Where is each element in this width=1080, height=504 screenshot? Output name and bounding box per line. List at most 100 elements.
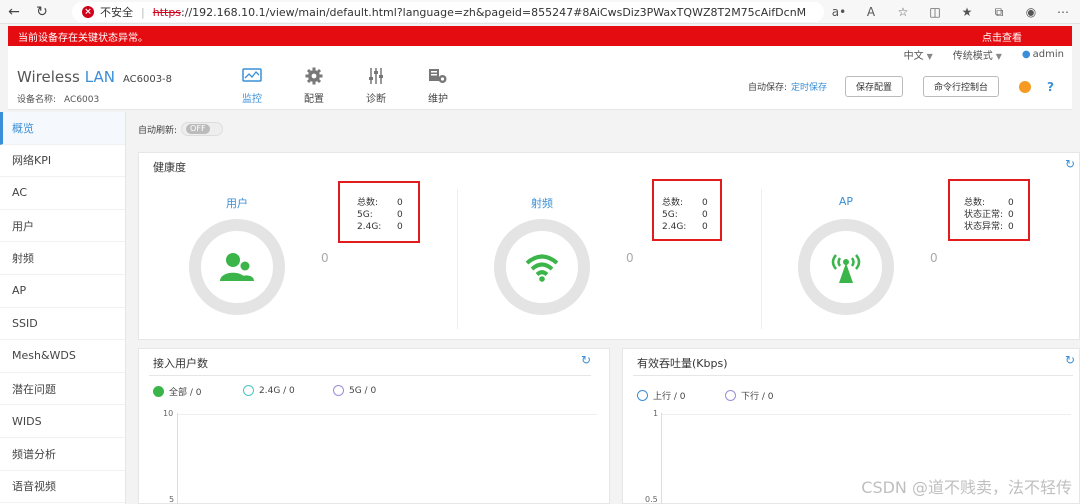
text-size-icon[interactable]: A (862, 5, 880, 19)
sidebar-item-wids[interactable]: WIDS (0, 405, 125, 438)
legend-dot-icon (333, 385, 344, 396)
tab-monitor[interactable]: 监控 (221, 66, 283, 105)
sidebar-item-ssid[interactable]: SSID (0, 308, 125, 341)
auto-refresh-label: 自动刷新: (138, 125, 178, 136)
legend-dot-icon (637, 390, 648, 401)
users-icon (220, 253, 254, 281)
sidebar-item-potential-issues[interactable]: 潜在问题 (0, 373, 125, 406)
url-protocol: https (152, 5, 182, 19)
main-nav: 监控 配置 诊断 维护 (221, 66, 469, 105)
health-panel: 健康度 ↻ 用户 0 总数: 0 5G: 0 2.4G: 0 射频 0 总数: 0 5G… (138, 152, 1080, 340)
chevron-down-icon: ▼ (995, 51, 1002, 61)
health-radio-title[interactable]: 射频 (502, 195, 582, 211)
sidebar-item-users[interactable]: 用户 (0, 210, 125, 243)
sidebar-item-radio[interactable]: 射频 (0, 242, 125, 275)
favorites-list-icon[interactable]: ★ (958, 5, 976, 19)
legend-2-4g[interactable]: 2.4G / 0 (243, 385, 295, 396)
sidebar-item-network-kpi[interactable]: 网络KPI (0, 145, 125, 178)
wifi-icon (525, 254, 559, 282)
health-radio-column: 射频 0 总数: 0 5G: 0 2.4G: 0 (457, 179, 761, 329)
y-axis (177, 413, 178, 504)
reload-icon[interactable]: ↻ (28, 0, 56, 24)
back-arrow-icon[interactable]: ← (0, 0, 28, 24)
speaker-icon[interactable] (1019, 80, 1032, 93)
favorite-star-icon[interactable]: ☆ (894, 5, 912, 19)
security-warning-icon: × (82, 6, 94, 18)
split-screen-icon[interactable]: ◫ (926, 5, 944, 19)
health-users-title[interactable]: 用户 (197, 195, 277, 211)
device-name-value: AC6003 (64, 95, 100, 105)
y-tick-label: 5 (169, 495, 175, 504)
header-actions: 自动保存: 定时保存 保存配置 命令行控制台 ? (748, 76, 1054, 97)
brand-lan: LAN (84, 68, 115, 86)
health-users-ring (189, 219, 285, 315)
cli-console-button[interactable]: 命令行控制台 (923, 76, 1000, 97)
brand-wireless: Wireless (17, 68, 80, 86)
legend-downlink[interactable]: 下行 / 0 (725, 389, 773, 402)
address-bar[interactable]: × 不安全 | https://192.168.10.1/view/main/d… (72, 2, 824, 22)
sidebar-item-ac[interactable]: AC (0, 177, 125, 210)
collections-icon[interactable]: ⧉ (990, 5, 1008, 20)
language-label: 中文 (903, 50, 924, 62)
legend-uplink[interactable]: 上行 / 0 (637, 389, 685, 402)
legend-dot-icon (243, 385, 254, 396)
legend-label: 全部 / 0 (169, 388, 202, 398)
language-selector[interactable]: 中文 ▼ (904, 47, 933, 62)
gear-icon (304, 66, 324, 86)
refresh-icon[interactable]: ↻ (1065, 353, 1075, 367)
grid-line (661, 414, 1071, 415)
health-radio-ring (494, 219, 590, 315)
health-title: 健康度 (153, 161, 186, 174)
legend-all[interactable]: 全部 / 0 (153, 385, 201, 398)
tab-diagnose-label: 诊断 (366, 94, 386, 105)
health-ap-title[interactable]: AP (806, 195, 886, 208)
monitor-icon (242, 66, 262, 86)
autosave-mode-link[interactable]: 定时保存 (791, 80, 827, 93)
utility-row: 中文 ▼ 传统模式 ▼ ● admin (8, 46, 1072, 62)
sidebar: 概览 网络KPI AC 用户 射频 AP SSID Mesh&WDS 潜在问题 … (0, 112, 126, 504)
legend-5g[interactable]: 5G / 0 (333, 385, 376, 396)
auto-refresh: 自动刷新: OFF (138, 122, 224, 136)
user-menu[interactable]: ● admin (1022, 49, 1064, 60)
legend-dot-icon (725, 390, 736, 401)
refresh-icon[interactable]: ↻ (581, 353, 591, 367)
sidebar-item-mesh-wds[interactable]: Mesh&WDS (0, 340, 125, 373)
ap-antenna-icon (831, 254, 861, 283)
y-axis (661, 413, 662, 504)
help-icon[interactable]: ? (1047, 80, 1054, 94)
refresh-icon[interactable]: ↻ (1065, 157, 1075, 171)
insecure-label: 不安全 (100, 6, 133, 19)
auto-refresh-toggle[interactable]: OFF (181, 122, 224, 136)
access-users-panel: 接入用户数 ↻ 全部 / 0 2.4G / 0 5G / 0 10 5 (138, 348, 610, 504)
more-menu-icon[interactable]: ⋯ (1054, 5, 1072, 19)
url-separator: | (141, 5, 145, 19)
sidebar-item-voice-video[interactable]: 语音视频 (0, 471, 125, 504)
extension-icon[interactable]: ◉ (1022, 5, 1040, 19)
browser-action-icons: a• A ☆ ◫ ★ ⧉ ◉ ⋯ (830, 0, 1072, 24)
health-users-value: 0 (321, 251, 329, 265)
throughput-title: 有效吞吐量(Kbps) (637, 357, 728, 370)
y-tick-label: 10 (163, 409, 174, 418)
device-name-label: 设备名称: (17, 95, 57, 105)
url-text: ://192.168.10.1/view/main/default.html?l… (181, 5, 807, 19)
highlight-box (652, 179, 722, 241)
title-divider (633, 375, 1073, 376)
autosave-label: 自动保存: (747, 83, 787, 93)
sidebar-item-overview[interactable]: 概览 (0, 112, 125, 145)
read-aloud-icon[interactable]: a• (830, 5, 848, 19)
save-config-button[interactable]: 保存配置 (845, 76, 904, 97)
legend-label: 2.4G / 0 (259, 385, 295, 396)
sidebar-item-spectrum[interactable]: 频谱分析 (0, 438, 125, 471)
legend-label: 下行 / 0 (741, 392, 774, 402)
sidebar-item-ap[interactable]: AP (0, 275, 125, 308)
highlight-box (948, 179, 1030, 241)
tab-diagnose[interactable]: 诊断 (345, 66, 407, 105)
tab-config[interactable]: 配置 (283, 66, 345, 105)
alert-message: 当前设备存在关键状态异常。 (18, 32, 148, 44)
y-tick-label: 0.5 (645, 495, 658, 504)
mode-selector[interactable]: 传统模式 ▼ (953, 47, 1002, 62)
title-divider (149, 375, 591, 376)
legend-dot-icon (153, 386, 164, 397)
tab-maintain[interactable]: 维护 (407, 66, 469, 105)
alert-view-link[interactable]: 点击查看 (982, 29, 1022, 44)
